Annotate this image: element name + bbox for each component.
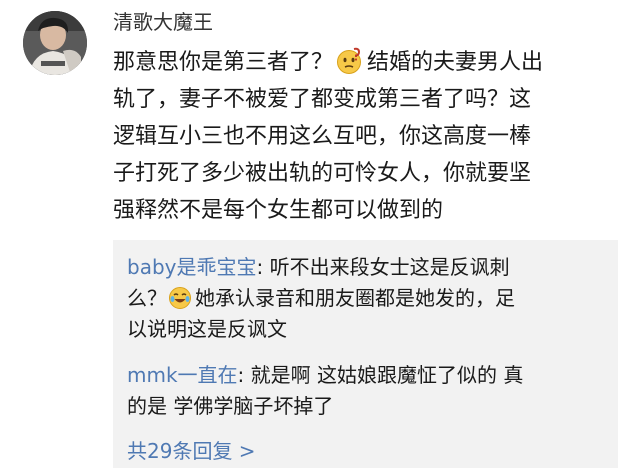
comment-line-text: 结婚的夫妻男人出 [367,50,544,75]
thinking-face-emoji [337,47,362,74]
replies-panel: baby是乖宝宝: 听不出来段女士这是反讽刺 么？ 她承认录音和朋友圈都是她发的… [113,240,618,468]
laughing-tears-emoji [169,287,191,309]
view-all-replies-link[interactable]: 共29条回复 > [127,437,256,465]
comment-line: 子打死了多少被出轨的可怜女人，你就要坚 [113,161,532,186]
comment-line: 逻辑互小三也不用这么互吧，你这高度一棒 [113,124,532,149]
comment-line: 轨了，妻子不被爱了都变成第三者了吗？这 [113,87,532,112]
comment-text: 那意思你是第三者了？ 结婚的夫妻男人出 轨了，妻子不被爱了都变成第三者了吗？这 … [113,44,618,229]
reply-line: mmk一直在: 就是啊 这姑娘跟魔怔了似的 真 [127,360,617,391]
reply-text: : 就是啊 这姑娘跟魔怔了似的 真 [237,363,524,387]
avatar[interactable] [23,11,87,75]
comment-line-text: 那意思你是第三者了？ [113,50,334,75]
reply-text: 么？ [127,286,167,310]
comment-line: 强释然不是每个女生都可以做到的 [113,198,444,223]
reply-item: mmk一直在: 就是啊 这姑娘跟魔怔了似的 真 的是 学佛学脑子坏掉了 [127,360,617,422]
comment-username[interactable]: 清歌大魔王 [113,6,213,38]
avatar-photo [23,11,87,75]
reply-line: 以说明这是反讽文 [127,317,287,341]
reply-username[interactable]: baby是乖宝宝 [127,255,256,279]
comment-line: 那意思你是第三者了？ 结婚的夫妻男人出 [113,44,618,81]
reply-username[interactable]: mmk一直在 [127,363,238,387]
reply-text: : 听不出来段女士这是反讽刺 [256,255,510,279]
reply-item: baby是乖宝宝: 听不出来段女士这是反讽刺 么？ 她承认录音和朋友圈都是她发的… [127,252,617,345]
reply-text: 她承认录音和朋友圈都是她发的，足 [195,286,515,310]
reply-line: baby是乖宝宝: 听不出来段女士这是反讽刺 [127,252,617,283]
reply-line: 的是 学佛学脑子坏掉了 [127,394,334,418]
reply-line: 么？ 她承认录音和朋友圈都是她发的，足 [127,283,617,314]
